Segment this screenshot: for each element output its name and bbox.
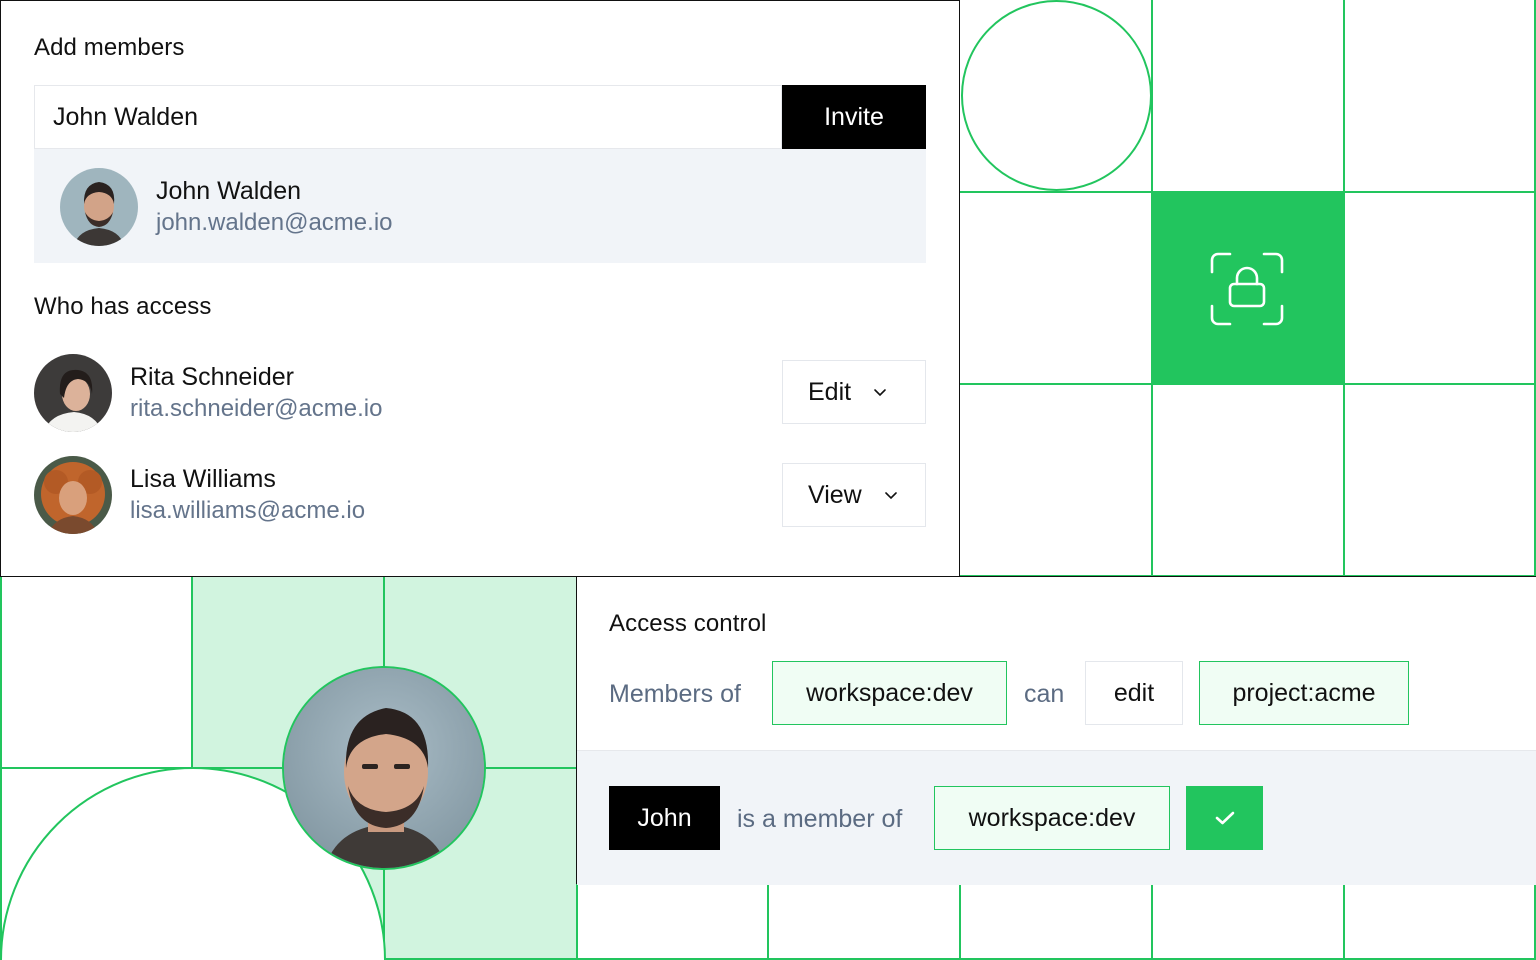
rule-object-chip[interactable]: project:acme (1199, 661, 1409, 725)
member-email: rita.schneider@acme.io (130, 395, 383, 422)
rule-verb: can (1024, 680, 1065, 708)
check-target-chip[interactable]: workspace:dev (934, 786, 1170, 850)
rule-permission-chip[interactable]: edit (1085, 661, 1183, 725)
member-name: Rita Schneider (130, 363, 294, 391)
member-suggestion[interactable]: John Walden john.walden@acme.io (34, 149, 926, 263)
member-email: lisa.williams@acme.io (130, 497, 366, 524)
suggestion-name: John Walden (156, 177, 301, 205)
check-relation: is a member of (737, 805, 903, 833)
suggestion-email: john.walden@acme.io (156, 209, 393, 236)
role-label: View (808, 480, 862, 509)
rule-subject-chip[interactable]: workspace:dev (772, 661, 1007, 725)
access-control-title: Access control (609, 610, 767, 637)
member-search-input[interactable] (34, 85, 782, 149)
role-select-rita[interactable]: Edit (782, 360, 926, 424)
role-label: Edit (808, 377, 852, 406)
who-has-access-title: Who has access (34, 293, 212, 320)
lock-scan-icon (1210, 252, 1284, 326)
circle-outline (961, 0, 1152, 191)
check-button[interactable] (1186, 786, 1263, 850)
role-select-lisa[interactable]: View (782, 463, 926, 527)
avatar (60, 168, 138, 246)
avatar (34, 456, 112, 534)
check-user-chip[interactable]: John (609, 786, 720, 850)
add-members-title: Add members (34, 34, 185, 61)
rule-prefix: Members of (609, 680, 741, 708)
member-name: Lisa Williams (130, 465, 276, 493)
avatar (34, 354, 112, 432)
chevron-down-icon (884, 492, 897, 500)
check-row: John is a member of workspace:dev (577, 750, 1536, 885)
check-icon (1215, 811, 1234, 825)
members-panel: Add members Invite John Walden john.wald… (0, 0, 960, 577)
invite-button[interactable]: Invite (782, 85, 926, 149)
access-control-panel: Access control Members of workspace:dev … (576, 576, 1536, 885)
chevron-down-icon (874, 389, 886, 397)
featured-avatar (282, 666, 486, 870)
